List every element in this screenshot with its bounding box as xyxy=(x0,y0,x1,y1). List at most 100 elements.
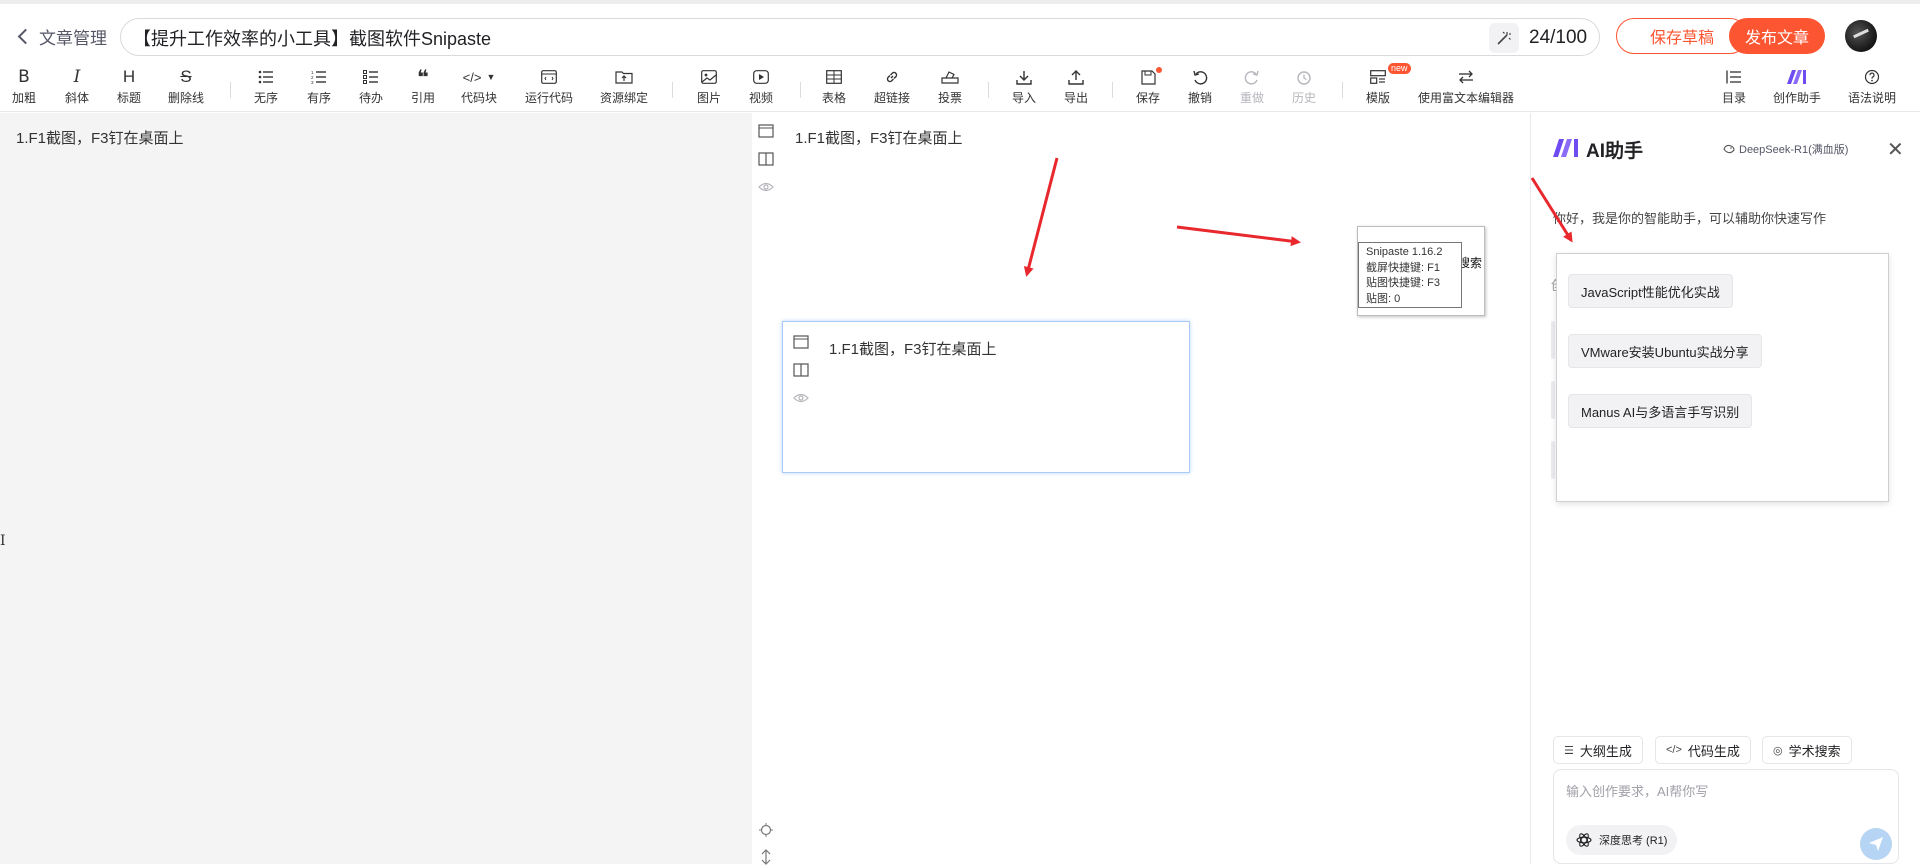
save-tool[interactable]: 保存 xyxy=(1136,66,1162,110)
history-label: 历史 xyxy=(1292,91,1317,105)
resource-bind-label: 资源绑定 xyxy=(600,91,649,105)
import-label: 导入 xyxy=(1012,91,1037,105)
code-icon: </> xyxy=(1666,744,1682,756)
title-field-container: 24/100 xyxy=(120,18,1600,56)
template-tool[interactable]: new 模版 xyxy=(1366,63,1411,110)
creation-assistant-tool[interactable]: 创作助手 xyxy=(1773,66,1821,110)
svg-text:3: 3 xyxy=(311,80,314,84)
snipaste-tooltip: Snipaste 1.16.2 截屏快捷键: F1 贴图快捷键: F3 贴图: … xyxy=(1358,242,1462,308)
vote-tool[interactable]: 投票 xyxy=(938,66,962,110)
suggestion-item[interactable]: VMware安装Ubuntu实战分享 xyxy=(1568,334,1762,368)
italic-icon: I xyxy=(73,67,81,87)
single-column-icon[interactable] xyxy=(758,123,774,139)
ai-title-wand-button[interactable] xyxy=(1489,23,1519,53)
run-code-label: 运行代码 xyxy=(525,91,574,105)
italic-tool[interactable]: I 斜体 xyxy=(65,66,89,110)
deep-think-toggle[interactable]: 深度思考 (R1) xyxy=(1566,825,1678,855)
vote-box-icon xyxy=(941,66,959,88)
suggestion-item[interactable]: JavaScript性能优化实战 xyxy=(1568,274,1733,308)
snipaste-pin-count: 贴图: 0 xyxy=(1366,292,1401,305)
split-view-icon xyxy=(793,363,809,377)
quote-tool[interactable]: ❝ 引用 xyxy=(411,66,435,110)
send-button[interactable] xyxy=(1860,828,1892,860)
ai-prompt-box: 深度思考 (R1) xyxy=(1553,769,1899,864)
model-selector[interactable]: DeepSeek-R1(满血版) xyxy=(1723,141,1848,157)
redo-tool[interactable]: 重做 xyxy=(1240,66,1264,110)
outline-generate-chip[interactable]: ☰ 大纲生成 xyxy=(1553,736,1643,764)
markdown-line[interactable]: 1.F1截图，F3钉在桌面上 xyxy=(16,127,184,148)
heading-label: 标题 xyxy=(117,91,142,105)
image-tool[interactable]: 图片 xyxy=(697,66,721,110)
vote-label: 投票 xyxy=(938,91,963,105)
single-column-icon xyxy=(793,335,809,349)
toc-tool[interactable]: 目录 xyxy=(1722,66,1746,110)
todo-list-tool[interactable]: 待办 xyxy=(359,66,383,110)
ai-logo-icon xyxy=(1553,139,1578,157)
preview-eye-icon[interactable] xyxy=(758,179,774,195)
article-title-input[interactable] xyxy=(133,25,1473,51)
hidden-option-edge xyxy=(1551,441,1555,479)
pinned-line: 1.F1截图，F3钉在桌面上 xyxy=(829,341,997,358)
table-tool[interactable]: 表格 xyxy=(822,66,846,110)
editor-toolbar: B 加粗 I 斜体 H 标题 S 删除线 无序 123 有序 待办 ❝ 引用 <… xyxy=(0,62,1920,112)
suggestion-item[interactable]: Manus AI与多语言手写识别 xyxy=(1568,394,1753,428)
pinned-snapshot-window[interactable]: 1.F1截图，F3钉在桌面上 xyxy=(782,321,1190,473)
unordered-list-tool[interactable]: 无序 xyxy=(254,66,278,110)
hyperlink-tool[interactable]: 超链接 xyxy=(874,66,910,110)
scroll-sync-icon[interactable] xyxy=(758,849,774,865)
template-icon xyxy=(1370,66,1386,88)
ai-prompt-input[interactable] xyxy=(1566,780,1866,802)
back-to-article-management[interactable]: 文章管理 xyxy=(17,24,107,48)
video-tool[interactable]: 视频 xyxy=(749,66,773,110)
locate-crosshair-icon[interactable] xyxy=(758,822,774,838)
table-label: 表格 xyxy=(822,91,847,105)
academic-globe-icon: ◎ xyxy=(1773,744,1783,757)
unsaved-dot-indicator xyxy=(1156,67,1162,73)
undo-tool[interactable]: 撤销 xyxy=(1188,66,1212,110)
heading-tool[interactable]: H 标题 xyxy=(117,66,141,110)
codeblock-tool[interactable]: </> ▼ 代码块 xyxy=(461,66,497,110)
download-icon xyxy=(1016,66,1032,88)
resource-bind-tool[interactable]: 资源绑定 xyxy=(600,66,648,110)
publish-article-button[interactable]: 发布文章 xyxy=(1729,18,1825,54)
import-tool[interactable]: 导入 xyxy=(1012,66,1036,110)
split-view-icon[interactable] xyxy=(758,151,774,167)
image-label: 图片 xyxy=(697,91,722,105)
toc-label: 目录 xyxy=(1722,91,1747,105)
outline-generate-label: 大纲生成 xyxy=(1579,743,1632,759)
code-generate-chip[interactable]: </> 代码生成 xyxy=(1655,736,1751,764)
toolbar-divider xyxy=(672,82,673,98)
close-icon[interactable]: ✕ xyxy=(1887,137,1904,162)
image-icon xyxy=(701,66,717,88)
bold-tool[interactable]: B 加粗 xyxy=(12,66,36,110)
redo-icon xyxy=(1244,66,1260,88)
run-code-icon xyxy=(541,66,557,88)
todo-list-label: 待办 xyxy=(359,91,384,105)
toolbar-divider xyxy=(800,82,801,98)
topic-suggestions-popup: JavaScript性能优化实战 VMware安装Ubuntu实战分享 Manu… xyxy=(1556,253,1889,502)
run-code-tool[interactable]: 运行代码 xyxy=(525,66,573,110)
export-tool[interactable]: 导出 xyxy=(1064,66,1088,110)
switch-arrows-icon xyxy=(1458,66,1474,88)
academic-search-chip[interactable]: ◎ 学术搜索 xyxy=(1762,736,1852,764)
syntax-help-label: 语法说明 xyxy=(1848,91,1897,105)
strikethrough-tool[interactable]: S 删除线 xyxy=(168,66,204,110)
redo-label: 重做 xyxy=(1240,91,1265,105)
academic-search-label: 学术搜索 xyxy=(1788,743,1841,759)
ai-assistant-panel: AI助手 DeepSeek-R1(满血版) ✕ 你好，我是你的智能助手，可以辅助… xyxy=(1530,113,1920,864)
user-avatar[interactable] xyxy=(1845,20,1877,52)
toolbar-divider xyxy=(230,82,231,98)
ordered-list-tool[interactable]: 123 有序 xyxy=(307,66,331,110)
rich-text-editor-switch[interactable]: 使用富文本编辑器 xyxy=(1418,66,1514,110)
preview-eye-icon xyxy=(793,393,809,403)
todo-list-icon xyxy=(363,66,379,88)
rich-text-editor-label: 使用富文本编辑器 xyxy=(1418,91,1515,105)
markdown-editor-pane[interactable]: 1.F1截图，F3钉在桌面上 I xyxy=(0,113,752,864)
back-label: 文章管理 xyxy=(39,28,107,48)
heading-icon: H xyxy=(122,67,136,86)
video-label: 视频 xyxy=(749,91,774,105)
bold-icon: B xyxy=(18,67,30,87)
syntax-help-tool[interactable]: 语法说明 xyxy=(1848,66,1896,110)
history-tool[interactable]: 历史 xyxy=(1292,66,1316,110)
codeblock-label: 代码块 xyxy=(461,91,498,105)
